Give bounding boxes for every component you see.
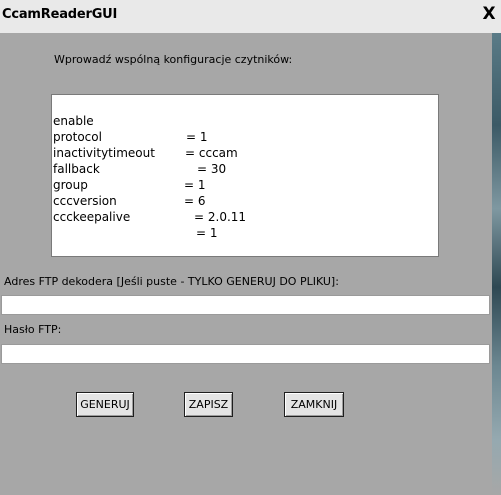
ftp-address-label: Adres FTP dekodera [Jeśli puste - TYLKO …	[4, 275, 339, 288]
title-bar[interactable]: CcamReaderGUI X	[0, 0, 501, 33]
config-line: ccckeepalive = 1	[52, 193, 432, 240]
generate-button[interactable]: GENERUJ	[76, 392, 134, 417]
ftp-password-label: Hasło FTP:	[4, 323, 62, 336]
config-label: Wprowadź wspólną konfiguracje czytników:	[54, 53, 293, 66]
config-line: inactivitytimeout = 30	[52, 129, 432, 176]
config-line: protocol = cccam	[52, 113, 432, 160]
config-textarea[interactable]: enable = 1 protocol = cccam inactivityti…	[51, 94, 439, 257]
config-key: ccckeepalive	[53, 210, 131, 224]
background-desktop-strip	[492, 33, 501, 495]
window-title: CcamReaderGUI	[2, 7, 118, 22]
save-button[interactable]: ZAPISZ	[184, 392, 233, 417]
config-line: cccversion = 2.0.11	[52, 177, 432, 224]
close-button[interactable]: X	[480, 4, 498, 26]
config-line: group = 6	[52, 161, 432, 208]
config-line: enable = 1	[52, 97, 432, 144]
config-value: = 1	[196, 226, 218, 240]
close-dialog-button[interactable]: ZAMKNIJ	[284, 392, 344, 417]
config-value: = 2.0.11	[194, 210, 247, 224]
ftp-password-input[interactable]	[1, 344, 490, 364]
ftp-address-input[interactable]	[1, 295, 490, 315]
config-line: fallback = 1	[52, 145, 432, 192]
